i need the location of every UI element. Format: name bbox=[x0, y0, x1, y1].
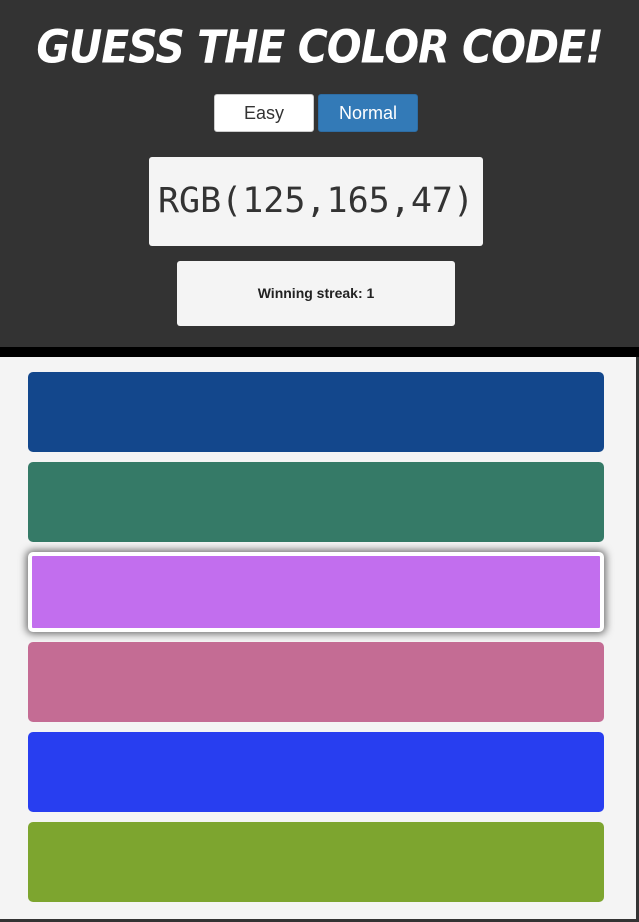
color-tile-6[interactable] bbox=[28, 822, 604, 902]
color-tile-3[interactable] bbox=[28, 552, 604, 632]
header-divider bbox=[0, 347, 639, 357]
normal-mode-button[interactable]: Normal bbox=[318, 94, 418, 132]
easy-mode-button[interactable]: Easy bbox=[214, 94, 314, 132]
color-tile-1[interactable] bbox=[28, 372, 604, 452]
color-code-display: RGB(125,165,47) bbox=[149, 157, 483, 246]
winning-streak-display: Winning streak: 1 bbox=[177, 261, 455, 326]
color-tile-5[interactable] bbox=[28, 732, 604, 812]
game-title: Guess the Color Code! bbox=[36, 20, 603, 74]
header: Guess the Color Code! Easy Normal RGB(12… bbox=[0, 0, 639, 347]
color-tile-2[interactable] bbox=[28, 462, 604, 542]
color-tile-4[interactable] bbox=[28, 642, 604, 722]
